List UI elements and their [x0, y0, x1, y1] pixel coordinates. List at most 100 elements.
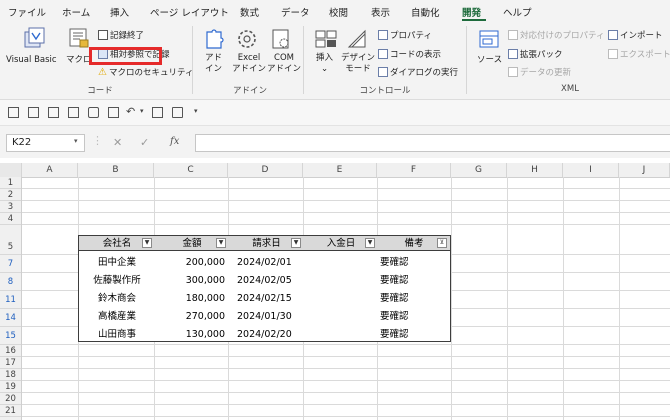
filter-dropdown-icon[interactable]: ▼ [365, 238, 375, 248]
column-header-j[interactable]: J [619, 163, 670, 177]
menu-page-layout[interactable]: ページ レイアウト [150, 5, 229, 19]
row-header[interactable]: 5 [0, 225, 21, 255]
save-as-icon[interactable] [28, 107, 39, 118]
column-header-h[interactable]: H [507, 163, 563, 177]
view-code-button[interactable]: コードの表示 [378, 48, 441, 60]
xml-source-button[interactable]: ソース [477, 55, 502, 66]
undo-dropdown-icon[interactable]: ▾ [140, 107, 144, 115]
column-header-g[interactable]: G [451, 163, 507, 177]
menu-automate[interactable]: 自動化 [411, 5, 440, 19]
cell-invoice-date[interactable]: 2024/01/30 [237, 308, 307, 326]
cell-amount[interactable]: 180,000 [155, 290, 225, 308]
menu-data[interactable]: データ [281, 5, 310, 19]
open-icon[interactable] [48, 107, 59, 118]
cell-note[interactable]: 要確認 [380, 272, 450, 290]
row-header[interactable]: 2 [0, 189, 21, 201]
print-preview-icon[interactable] [88, 107, 99, 118]
spreadsheet-icon[interactable] [68, 107, 79, 118]
stop-recording-button[interactable]: 記録終了 [98, 29, 144, 41]
column-header-e[interactable]: E [303, 163, 377, 177]
cell-amount[interactable]: 270,000 [155, 308, 225, 326]
cell-payment-date[interactable] [304, 290, 378, 308]
column-header-b[interactable]: B [78, 163, 154, 177]
cell-payment-date[interactable] [304, 308, 378, 326]
cell-note[interactable]: 要確認 [380, 326, 450, 344]
menu-developer[interactable]: 開発 [462, 5, 481, 19]
cell-company[interactable]: 佐藤製作所 [79, 272, 155, 290]
column-header-d[interactable]: D [228, 163, 303, 177]
menu-insert[interactable]: 挿入 [110, 5, 129, 19]
cell-company[interactable]: 田中企業 [79, 254, 155, 272]
quick-print-icon[interactable] [152, 107, 163, 118]
row-header-filtered[interactable]: 11 [0, 291, 21, 309]
row-header-filtered[interactable]: 8 [0, 273, 21, 291]
row-header[interactable]: 3 [0, 201, 21, 213]
filter-dropdown-icon[interactable]: ▼ [291, 238, 301, 248]
menu-view[interactable]: 表示 [371, 5, 390, 19]
select-all-corner[interactable] [0, 163, 22, 177]
customize-qat-icon[interactable]: ▾ [194, 107, 198, 115]
properties-button[interactable]: プロパティ [378, 29, 432, 41]
cell-invoice-date[interactable]: 2024/02/20 [237, 326, 307, 344]
row-header[interactable]: 21 [0, 405, 21, 417]
menu-formulas[interactable]: 数式 [240, 5, 259, 19]
addins-button[interactable]: アド イン [205, 53, 222, 75]
column-header-c[interactable]: C [154, 163, 228, 177]
import-button[interactable]: インポート [608, 29, 663, 41]
insert-function-icon[interactable]: fx [170, 136, 179, 147]
excel-addins-button[interactable]: Excel アドイン [232, 53, 266, 75]
undo-icon[interactable]: ↶ [126, 105, 135, 118]
cell-note[interactable]: 要確認 [380, 290, 450, 308]
cell-invoice-date[interactable]: 2024/02/05 [237, 272, 307, 290]
row-header[interactable]: 19 [0, 381, 21, 393]
cell-payment-date[interactable] [304, 254, 378, 272]
save-icon[interactable] [8, 107, 19, 118]
formula-input[interactable] [195, 134, 670, 152]
menu-file[interactable]: ファイル [8, 5, 46, 19]
filter-active-icon[interactable]: ⊻ [437, 238, 447, 248]
insert-control-button[interactable]: 挿入 ⌄ [316, 53, 333, 75]
cell-invoice-date[interactable]: 2024/02/01 [237, 254, 307, 272]
run-dialog-button[interactable]: ダイアログの実行 [378, 66, 458, 78]
row-header-filtered[interactable]: 7 [0, 255, 21, 273]
new-file-icon[interactable] [172, 107, 183, 118]
cell-amount[interactable]: 130,000 [155, 326, 225, 344]
enter-icon[interactable]: ✓ [140, 136, 149, 149]
refresh-data-button[interactable]: データの更新 [508, 66, 571, 78]
column-header-a[interactable]: A [22, 163, 78, 177]
map-properties-button[interactable]: 対応付けのプロパティ [508, 29, 605, 41]
row-header[interactable]: 20 [0, 393, 21, 405]
design-mode-button[interactable]: デザイン モード [341, 53, 375, 75]
cell-company[interactable]: 高橋産業 [79, 308, 155, 326]
row-header[interactable]: 1 [0, 177, 21, 189]
cell-note[interactable]: 要確認 [380, 308, 450, 326]
column-header-i[interactable]: I [563, 163, 619, 177]
cell-payment-date[interactable] [304, 326, 378, 344]
cell-payment-date[interactable] [304, 272, 378, 290]
cancel-icon[interactable]: ✕ [113, 136, 122, 149]
row-header-filtered[interactable]: 14 [0, 309, 21, 327]
row-header[interactable]: 18 [0, 369, 21, 381]
filter-dropdown-icon[interactable]: ▼ [142, 238, 152, 248]
print-icon[interactable] [108, 107, 119, 118]
name-box-dropdown-icon[interactable]: ▾ [74, 137, 78, 145]
cell-note[interactable]: 要確認 [380, 254, 450, 272]
macro-security-button[interactable]: ⚠ マクロのセキュリティ [98, 66, 193, 79]
row-header[interactable]: 16 [0, 345, 21, 357]
export-button[interactable]: エクスポート [608, 48, 670, 60]
row-header[interactable]: 17 [0, 357, 21, 369]
cell-company[interactable]: 山田商事 [79, 326, 155, 344]
row-header-filtered[interactable]: 15 [0, 327, 21, 345]
cell-amount[interactable]: 200,000 [155, 254, 225, 272]
macro-button[interactable]: マクロ [66, 55, 92, 66]
cell-amount[interactable]: 300,000 [155, 272, 225, 290]
cell-invoice-date[interactable]: 2024/02/15 [237, 290, 307, 308]
menu-home[interactable]: ホーム [62, 5, 90, 19]
cell-company[interactable]: 鈴木商会 [79, 290, 155, 308]
visual-basic-button[interactable]: Visual Basic [6, 55, 57, 66]
expansion-pack-button[interactable]: 拡張パック [508, 48, 563, 60]
menu-review[interactable]: 校閲 [329, 5, 348, 19]
row-header[interactable]: 4 [0, 213, 21, 225]
column-header-f[interactable]: F [377, 163, 451, 177]
com-addins-button[interactable]: COM アドイン [267, 53, 301, 75]
